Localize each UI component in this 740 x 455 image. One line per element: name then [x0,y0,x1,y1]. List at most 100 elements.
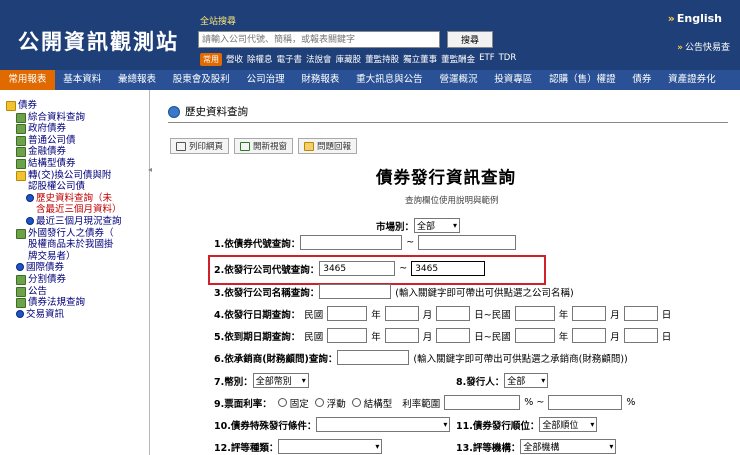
feedback-button[interactable]: 問題回報 [298,138,358,154]
search-input[interactable] [198,31,440,48]
company-code-from-input[interactable] [319,261,396,276]
maturity-start-year-input[interactable] [327,328,368,343]
structured-rate-radio[interactable] [351,398,361,407]
fixed-rate-radio[interactable] [277,398,287,407]
currency-select[interactable]: 全部幣別 [252,373,309,388]
special-terms-select[interactable] [316,417,451,432]
link-investor-conference[interactable]: 法說會 [306,53,332,65]
book-icon [16,286,26,297]
tree-trading-info[interactable]: 交易資訊 [6,309,149,321]
link-director-pay[interactable]: 董監酬金 [441,53,475,65]
issue-start-day-input[interactable] [436,306,471,321]
menu-material-info[interactable]: 重大訊息與公告 [348,70,431,90]
announce-link[interactable]: » 公告快易查 [677,40,730,53]
folder-open-icon [16,170,26,181]
seniority-select[interactable]: 全部順位 [539,417,598,432]
tree-financial-bonds[interactable]: 金融債券 [6,146,149,158]
book-icon [16,147,26,158]
company-code-row: 2.依發行公司代號查詢： ~ [214,261,486,276]
maturity-start-day-input[interactable] [436,328,471,343]
sidebar-collapse-icon[interactable]: ◂ [148,165,156,177]
bullet-icon [26,193,34,202]
tree-announcements[interactable]: 公告 [6,286,149,298]
form-hint-link[interactable]: 查詢欄位使用說明與範例 [405,194,499,206]
tree-international-bonds[interactable]: 國際債券 [6,262,149,274]
link-independent-director[interactable]: 獨立董事 [403,53,437,65]
maturity-end-year-input[interactable] [514,328,555,343]
tree-regulations[interactable]: 債券法規查詢 [6,297,149,309]
maturity-end-day-input[interactable] [623,328,658,343]
tree-foreign-issuer[interactable]: 外國發行人之債券（ 股權商品未於我國掛 牌交易者） [6,228,149,263]
floating-rate-radio[interactable] [314,398,324,407]
menu-shareholders[interactable]: 股東會及股利 [164,70,238,90]
seniority-label: 11.債券發行順位： [456,420,540,432]
book-icon [16,112,26,123]
menu-financials[interactable]: 財務報表 [293,70,348,90]
double-chevron-icon: » [677,43,683,53]
double-chevron-icon: » [667,12,675,25]
book-icon [16,135,26,146]
underwriter-input[interactable] [337,350,410,365]
bond-code-from-input[interactable] [300,235,403,250]
tree-structured-bonds[interactable]: 結構型債券 [6,158,149,170]
company-name-label: 3.依發行公司名稱查詢： [214,287,320,299]
book-icon [16,158,26,169]
link-dividend[interactable]: 除權息 [247,53,273,65]
tree-convertible-bonds[interactable]: 轉(交)換公司債與附 認股權公司債 [6,170,149,193]
rating-type-select[interactable] [278,439,383,454]
company-name-input[interactable] [319,284,392,299]
tree-bonds[interactable]: 債券 [6,100,149,112]
issuer-select[interactable]: 全部 [504,373,549,388]
site-logo[interactable]: 公開資訊觀測站 [18,26,179,56]
market-select[interactable]: 全部 [414,218,461,233]
coupon-rate-row: 9.票面利率： 固定 浮動 結構型 利率範圍 % ~ % [214,395,636,410]
issue-end-month-input[interactable] [572,306,607,321]
maturity-start-month-input[interactable] [384,328,419,343]
company-name-note: (輸入關鍵字即可帶出可供點選之公司名稱) [395,287,574,299]
rate-min-input[interactable] [444,395,521,410]
special-terms-row: 10.債券特殊發行條件： [214,417,451,432]
menu-common-reports[interactable]: 常用報表 [0,70,55,90]
menu-governance[interactable]: 公司治理 [238,70,293,90]
menu-securitization[interactable]: 資產證券化 [660,70,724,90]
tree-recent-query[interactable]: 最近三個月現況查詢 [6,216,149,228]
menu-warrants[interactable]: 認購（售）權證 [541,70,624,90]
menu-investment[interactable]: 投資專區 [486,70,541,90]
new-window-button[interactable]: 開新視窗 [234,138,294,154]
tree-strip-bonds[interactable]: 分割債券 [6,274,149,286]
tree-historical-query[interactable]: 歷史資料查詢（未 含最近三個月資料） [6,193,149,216]
link-director-holdings[interactable]: 董監持股 [365,53,399,65]
maturity-date-row: 5.依到期日期查詢： 民國 年 月 日~民國 年 月 日 [214,328,675,343]
tree-government-bonds[interactable]: 政府債券 [6,123,149,135]
link-revenue[interactable]: 營收 [226,53,243,65]
menu-basic-info[interactable]: 基本資料 [55,70,110,90]
rating-type-row: 12.評等種類： [214,439,383,454]
link-tdr[interactable]: TDR [499,53,517,65]
print-button[interactable]: 列印網頁 [170,138,230,154]
issue-end-year-input[interactable] [514,306,555,321]
tree-general-query[interactable]: 綜合資料查詢 [6,112,149,124]
rating-agency-select[interactable]: 全部機構 [520,439,617,454]
maturity-date-label: 5.依到期日期查詢： [214,331,301,343]
link-treasury-stock[interactable]: 庫藏股 [336,53,362,65]
currency-label: 7.幣別： [214,376,253,388]
underwriter-label: 6.依承銷商(財務顧問)查詢： [214,353,338,365]
company-code-to-input[interactable] [411,261,486,276]
english-link[interactable]: » English [668,12,722,25]
bond-code-to-input[interactable] [418,235,517,250]
link-ebook[interactable]: 電子書 [277,53,303,65]
book-icon [16,274,26,285]
menu-bonds[interactable]: 債券 [624,70,660,90]
mail-icon [304,141,315,151]
menu-summary-reports[interactable]: 彙總報表 [110,70,165,90]
link-etf[interactable]: ETF [479,53,494,65]
search-button[interactable]: 搜尋 [447,31,493,48]
tree-corporate-bonds[interactable]: 普通公司債 [6,135,149,147]
issue-end-day-input[interactable] [623,306,658,321]
search-title: 全站搜尋 [200,17,237,27]
maturity-end-month-input[interactable] [572,328,607,343]
issue-start-year-input[interactable] [327,306,368,321]
issue-start-month-input[interactable] [384,306,419,321]
menu-operations[interactable]: 營運概況 [431,70,486,90]
rate-max-input[interactable] [548,395,623,410]
